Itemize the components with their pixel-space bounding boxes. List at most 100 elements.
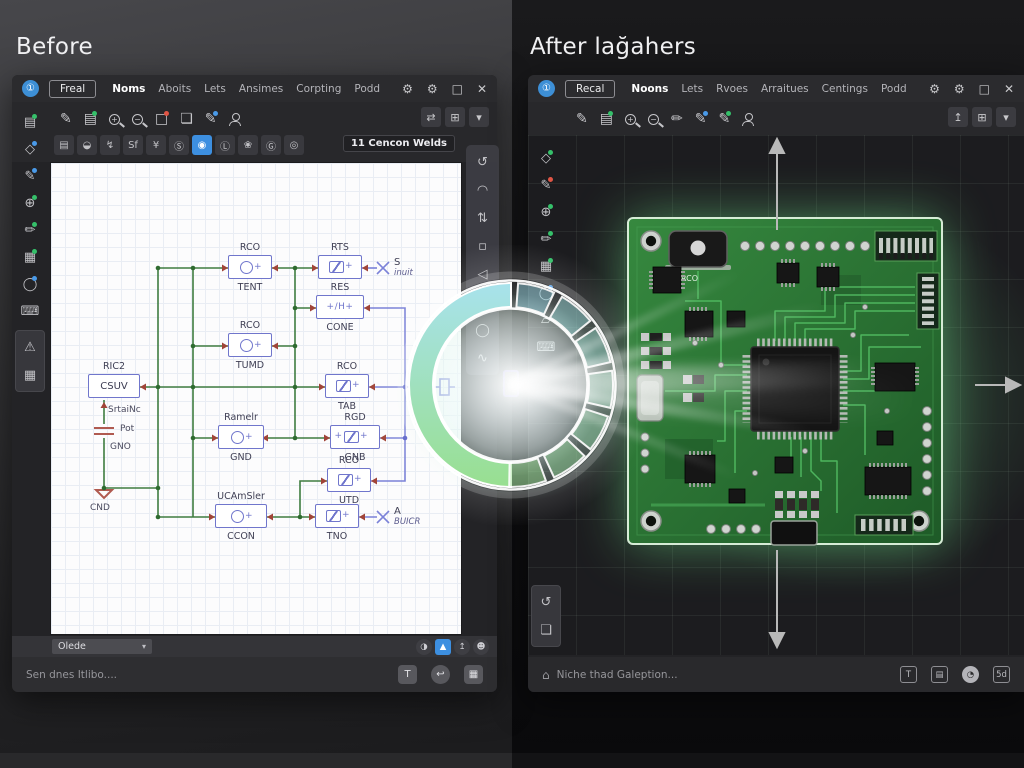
annotate-icon[interactable]: ✎ xyxy=(205,111,217,127)
chevron-down-icon[interactable]: ▾ xyxy=(469,107,489,127)
menu-item[interactable]: Rvoes xyxy=(716,83,748,95)
before-toolbar: ✎ ▤ + − □ ❏ ✎ ⇄ ⊞ ▾ ▤ ◒ ↯ Sf ¥ Ⓢ ◉ xyxy=(12,102,497,162)
close-icon[interactable]: ✕ xyxy=(1004,82,1014,96)
keyboard-icon[interactable]: ⌨ xyxy=(17,298,43,324)
window-controls: ⚙ ⚙ □ ✕ xyxy=(929,82,1014,96)
quick-tool-icon[interactable]: Ⓢ xyxy=(169,135,189,155)
menu-item[interactable]: Noons xyxy=(631,83,668,95)
quick-tool-icon[interactable]: ¥ xyxy=(146,135,166,155)
close-icon[interactable]: ✕ xyxy=(477,82,487,96)
schematic-component-tumd[interactable]: RCO TUMD xyxy=(228,333,272,357)
arc-icon[interactable]: ◠ xyxy=(470,177,496,203)
sort-icon[interactable]: ⇅ xyxy=(470,205,496,231)
text-tool-icon[interactable]: T xyxy=(398,665,417,684)
shapes-icon[interactable]: ◇ xyxy=(17,136,43,162)
pencil-icon[interactable]: ✏ xyxy=(17,217,43,243)
before-left-rail: ▤ ◇ ✎ ⊕ ✏ ▦ ◯ ⌨ xyxy=(15,109,45,324)
archive-icon[interactable]: ▤ xyxy=(931,666,948,683)
pen-icon[interactable]: ✎ xyxy=(533,172,559,198)
pen-icon[interactable]: ✎ xyxy=(17,163,43,189)
text-tool-icon[interactable]: T xyxy=(900,666,917,683)
grid-icon[interactable]: ▦ xyxy=(464,665,483,684)
quick-tool-icon[interactable]: Sf xyxy=(123,135,143,155)
panel-icon[interactable]: ⊞ xyxy=(972,107,992,127)
panel-icon[interactable]: ⊞ xyxy=(445,107,465,127)
zoom-out-icon[interactable]: − xyxy=(132,114,143,125)
add-icon[interactable]: ⊕ xyxy=(17,190,43,216)
quick-tool-icon[interactable]: Ⓖ xyxy=(261,135,281,155)
quick-tool-icon[interactable]: ❀ xyxy=(238,135,258,155)
library-icon[interactable]: ▦ xyxy=(17,362,43,388)
preferences-gear-icon[interactable]: ⚙ xyxy=(427,82,438,96)
app-menu-button[interactable]: Recal xyxy=(565,80,615,98)
maximize-icon[interactable]: □ xyxy=(979,82,990,96)
pen-alt-icon[interactable]: ✎ xyxy=(695,111,707,127)
document-icon[interactable]: ▤ xyxy=(17,109,43,135)
history-icon[interactable]: ↺ xyxy=(533,589,559,615)
upload-icon[interactable]: ↥ xyxy=(454,639,470,655)
menu-item[interactable]: Ansimes xyxy=(239,83,283,95)
add-icon[interactable]: ⊕ xyxy=(533,199,559,225)
clock-icon[interactable]: ◔ xyxy=(962,666,979,683)
settings-gear-icon[interactable]: ⚙ xyxy=(402,82,413,96)
quick-tool-icon[interactable]: ◎ xyxy=(284,135,304,155)
chevron-down-icon[interactable]: ▾ xyxy=(996,107,1016,127)
reply-icon[interactable]: ↩ xyxy=(431,665,450,684)
pencil-icon[interactable]: ✏ xyxy=(671,111,683,127)
menu-item[interactable]: Podd xyxy=(354,83,380,95)
clipboard-icon[interactable]: ▤ xyxy=(600,111,613,127)
quick-tool-icon[interactable]: ◒ xyxy=(77,135,97,155)
rotate-ccw-icon[interactable]: ↺ xyxy=(470,149,496,175)
zoom-out-icon[interactable]: − xyxy=(648,114,659,125)
export-icon[interactable]: ↥ xyxy=(948,107,968,127)
quick-tool-icon-active[interactable]: ◉ xyxy=(192,135,212,155)
menu-item[interactable]: Aboits xyxy=(158,83,191,95)
zoom-in-icon[interactable]: + xyxy=(625,114,636,125)
pen-icon[interactable]: ✎ xyxy=(60,111,72,127)
source-symbol xyxy=(240,339,253,352)
face-icon[interactable]: ☻ xyxy=(473,639,489,655)
file-alert-icon[interactable]: □ xyxy=(155,111,168,127)
diode-symbol xyxy=(336,380,351,392)
menu-item[interactable]: Corpting xyxy=(296,83,341,95)
display-icon[interactable]: 5d xyxy=(993,666,1010,683)
image-icon[interactable]: ▦ xyxy=(17,244,43,270)
layer-dropdown[interactable]: Olede ▾ xyxy=(52,639,152,654)
menu-item[interactable]: Noms xyxy=(112,83,145,95)
menu-item[interactable]: Lets xyxy=(204,83,226,95)
quick-tool-icon[interactable]: Ⓛ xyxy=(215,135,235,155)
preferences-gear-icon[interactable]: ⚙ xyxy=(954,82,965,96)
menu-bar: Noons Lets Rvoes Arraitues Centings Podd xyxy=(631,83,906,95)
quick-tool-icon[interactable]: ↯ xyxy=(100,135,120,155)
menu-item[interactable]: Centings xyxy=(822,83,868,95)
menu-item[interactable]: Arraitues xyxy=(761,83,809,95)
annotate-icon[interactable]: ✎ xyxy=(718,111,730,127)
flow-icon[interactable]: ⇄ xyxy=(421,107,441,127)
clipboard-icon[interactable]: ▤ xyxy=(84,111,97,127)
maximize-icon[interactable]: □ xyxy=(452,82,463,96)
schematic-component-ccon[interactable]: UCAmSler CCON xyxy=(215,504,267,528)
app-menu-button[interactable]: Freal xyxy=(49,80,96,98)
app-logo-icon: ① xyxy=(538,80,555,97)
schematic-component-csuv[interactable]: RIC2 CSUV xyxy=(88,374,140,398)
copy-icon[interactable]: ❏ xyxy=(533,617,559,643)
lasso-icon[interactable]: ◯ xyxy=(17,271,43,297)
speed-icon[interactable]: ◑ xyxy=(416,639,432,655)
settings-gear-icon[interactable]: ⚙ xyxy=(929,82,940,96)
person-icon[interactable] xyxy=(742,113,754,126)
warning-icon[interactable]: ⚠ xyxy=(17,334,43,360)
quick-tool-icon[interactable]: ▤ xyxy=(54,135,74,155)
schematic-component-tno[interactable]: TNO xyxy=(315,504,359,528)
schematic-component-gnd[interactable]: Ramelr GND xyxy=(218,425,264,449)
menu-item[interactable]: Lets xyxy=(681,83,703,95)
schematic-component-tent[interactable]: RCO TENT xyxy=(228,255,272,279)
menu-item[interactable]: Podd xyxy=(881,83,907,95)
layers-icon[interactable]: ▲ xyxy=(435,639,451,655)
zoom-in-icon[interactable]: + xyxy=(109,114,120,125)
person-icon[interactable] xyxy=(229,113,241,126)
shapes-icon[interactable]: ◇ xyxy=(533,145,559,171)
stamp-icon[interactable]: ❏ xyxy=(180,111,193,127)
home-icon[interactable]: ⌂ xyxy=(542,668,550,682)
pen-icon[interactable]: ✎ xyxy=(576,111,588,127)
chevron-down-icon: ▾ xyxy=(142,642,146,651)
